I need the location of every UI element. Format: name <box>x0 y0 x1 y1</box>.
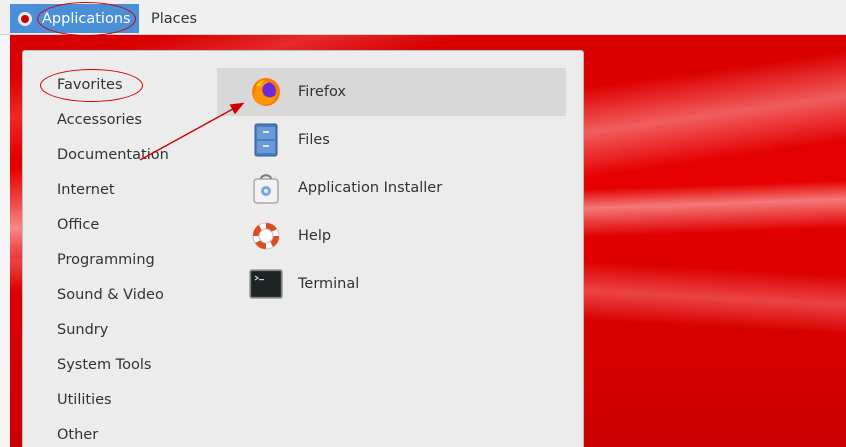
places-menu-label: Places <box>151 10 198 27</box>
applications-menu-popup: Favorites Accessories Documentation Inte… <box>22 50 584 447</box>
category-other[interactable]: Other <box>57 423 98 447</box>
app-item-application-installer[interactable]: Application Installer <box>217 164 566 212</box>
files-icon <box>249 123 283 157</box>
app-label-help: Help <box>298 228 332 244</box>
places-menu-button[interactable]: Places <box>151 4 197 33</box>
application-installer-icon <box>249 171 283 205</box>
category-office[interactable]: Office <box>57 213 99 237</box>
app-item-terminal[interactable]: Terminal <box>217 260 566 308</box>
desktop-left-edge <box>0 35 10 447</box>
app-label-firefox: Firefox <box>298 84 346 100</box>
category-sundry[interactable]: Sundry <box>57 318 108 342</box>
terminal-icon <box>249 267 283 301</box>
app-label-terminal: Terminal <box>298 276 360 292</box>
firefox-icon <box>249 75 283 109</box>
category-documentation[interactable]: Documentation <box>57 143 169 167</box>
app-label-application-installer: Application Installer <box>298 180 443 196</box>
app-item-firefox[interactable]: Firefox <box>217 68 566 116</box>
annotation-ellipse-favorites <box>40 69 143 102</box>
app-item-files[interactable]: Files <box>217 116 566 164</box>
annotation-ellipse-applications <box>37 2 136 36</box>
category-utilities[interactable]: Utilities <box>57 388 112 412</box>
category-internet[interactable]: Internet <box>57 178 115 202</box>
category-accessories[interactable]: Accessories <box>57 108 142 132</box>
app-item-help[interactable]: Help <box>217 212 566 260</box>
category-programming[interactable]: Programming <box>57 248 155 272</box>
category-sound-video[interactable]: Sound & Video <box>57 283 164 307</box>
help-icon <box>249 219 283 253</box>
category-system-tools[interactable]: System Tools <box>57 353 151 377</box>
app-label-files: Files <box>298 132 330 148</box>
distro-logo-icon <box>18 11 32 26</box>
